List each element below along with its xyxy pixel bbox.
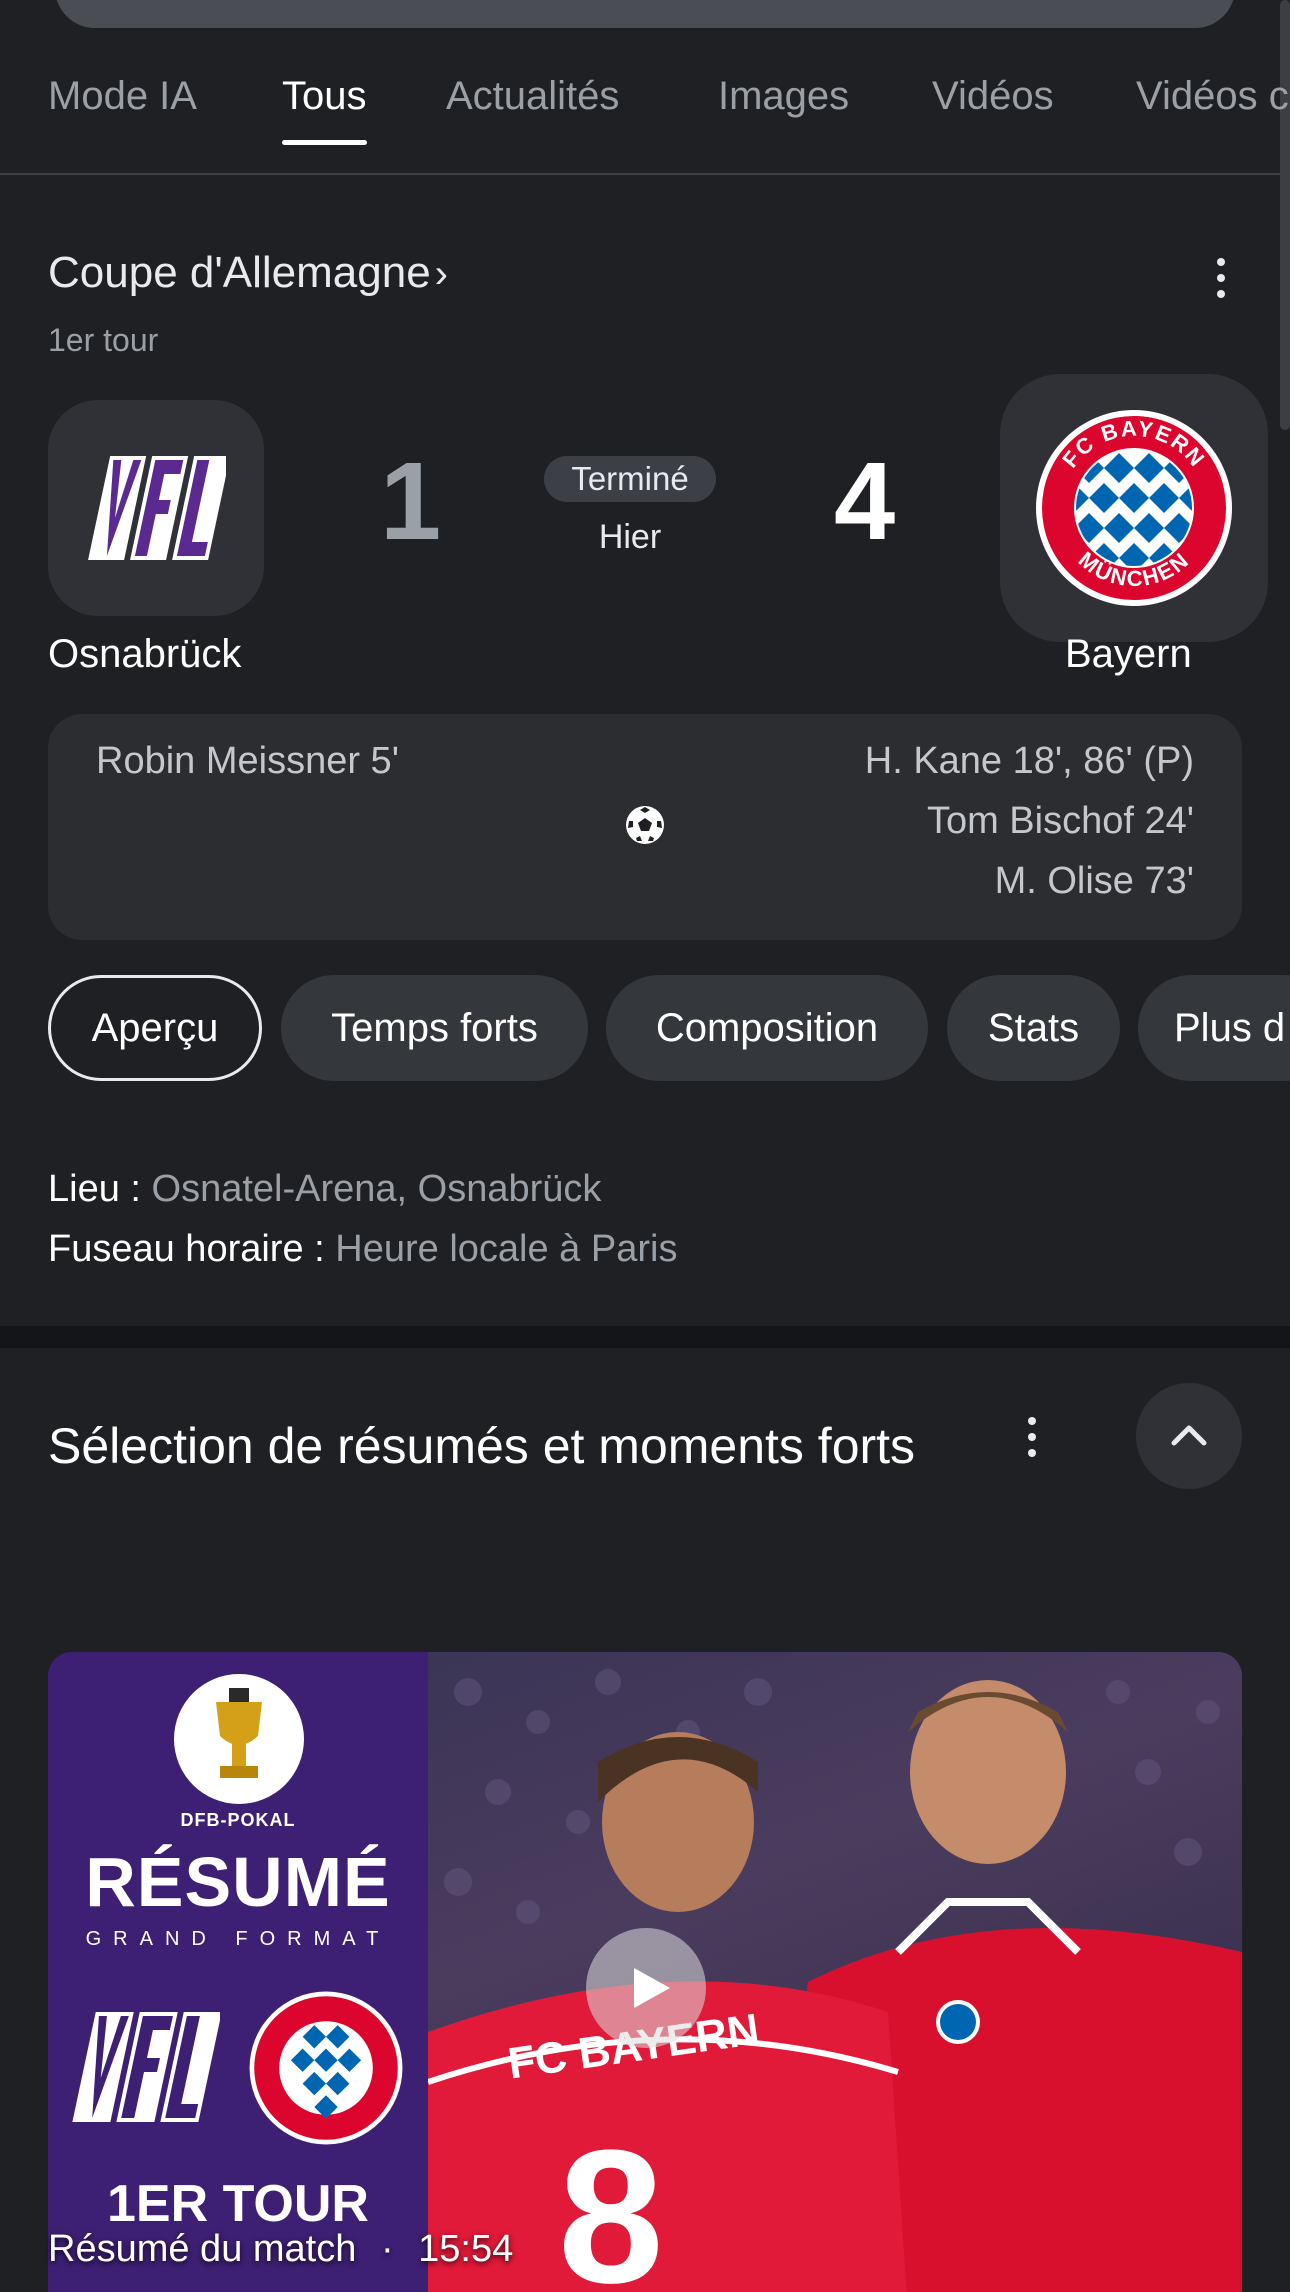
match-status-badge: Terminé — [544, 456, 716, 502]
search-bar[interactable] — [55, 0, 1235, 28]
thumb-dfb-label: DFB-POKAL — [180, 1810, 296, 1830]
tab-videos[interactable]: Vidéos — [932, 74, 1054, 119]
page: Mode IA Tous Actualités Images Vidéos Vi… — [0, 0, 1290, 2292]
caption-separator: · — [380, 2228, 394, 2270]
video-duration: 15:54 — [418, 2228, 514, 2270]
highlights-title: Sélection de résumés et moments forts — [48, 1418, 916, 1474]
away-scorer: M. Olise 73' — [994, 860, 1194, 902]
card-more-icon[interactable] — [1201, 248, 1241, 308]
video-title: Résumé du match — [48, 2228, 357, 2270]
match-date: Hier — [598, 518, 662, 556]
home-team-logo[interactable] — [48, 400, 264, 616]
thumb-resume-label: RÉSUMÉ — [85, 1843, 391, 1921]
video-caption[interactable]: Résumé du match · 15:54 — [48, 2228, 513, 2271]
players-photo-image: FC BAYERN 8 — [427, 1669, 1242, 2292]
match-round: 1er tour — [48, 322, 159, 358]
chip-temps-forts[interactable]: Temps forts — [281, 975, 588, 1081]
bayern-logo-icon: FC BAYERN MÜNCHEN — [1036, 410, 1232, 606]
away-scorer: H. Kane 18', 86' (P) — [864, 740, 1194, 782]
video-thumb-graphic: DFB-POKAL RÉSUMÉ GRAND FORMAT 1ER TOUR — [48, 1652, 428, 2292]
venue-line: Lieu : Osnatel-Arena, Osnabrück — [48, 1168, 601, 1211]
home-score: 1 — [380, 440, 442, 563]
timezone-value: Heure locale à Paris — [335, 1228, 678, 1270]
goal-scorers-panel: Robin Meissner 5' H. Kane 18', 86' (P) T… — [48, 714, 1242, 940]
tab-mode-ia[interactable]: Mode IA — [48, 74, 197, 119]
timezone-line: Fuseau horaire : Heure locale à Paris — [48, 1228, 677, 1271]
dfb-cup-icon — [174, 1674, 304, 1804]
bayern-logo-icon — [249, 1991, 403, 2145]
chip-composition[interactable]: Composition — [606, 975, 928, 1081]
timezone-label: Fuseau horaire : — [48, 1228, 325, 1270]
play-icon — [634, 1968, 670, 2008]
vfl-logo-icon — [72, 2012, 220, 2122]
chip-stats[interactable]: Stats — [947, 975, 1120, 1081]
section-divider — [0, 1326, 1290, 1348]
away-team-logo[interactable]: FC BAYERN MÜNCHEN — [1000, 374, 1268, 642]
vfl-logo-icon — [88, 456, 226, 560]
chip-apercu[interactable]: Aperçu — [48, 975, 262, 1081]
tab-actualites[interactable]: Actualités — [446, 74, 619, 119]
video-thumbnail[interactable]: DFB-POKAL RÉSUMÉ GRAND FORMAT 1ER TOUR F… — [48, 1652, 1242, 2292]
venue-label: Lieu : — [48, 1168, 141, 1210]
home-team-name[interactable]: Osnabrück — [48, 632, 241, 677]
venue-value: Osnatel-Arena, Osnabrück — [151, 1168, 602, 1210]
video-thumb-photo: FC BAYERN 8 — [427, 1652, 1242, 2292]
soccer-ball-icon — [626, 806, 664, 844]
competition-link[interactable]: Coupe d'Allemagne › — [48, 248, 448, 298]
tab-tous[interactable]: Tous — [282, 74, 367, 145]
chevron-up-icon — [1171, 1425, 1207, 1446]
away-scorer: Tom Bischof 24' — [926, 800, 1194, 842]
collapse-button[interactable] — [1136, 1383, 1242, 1489]
thumb-round-label: 1ER TOUR — [107, 2175, 369, 2233]
tab-videos-courtes[interactable]: Vidéos c — [1136, 74, 1289, 119]
away-team-name[interactable]: Bayern — [1065, 632, 1192, 677]
play-button[interactable] — [586, 1928, 706, 2048]
chip-plus[interactable]: Plus d — [1138, 975, 1290, 1081]
highlights-more-icon[interactable] — [1012, 1407, 1052, 1467]
competition-name: Coupe d'Allemagne — [48, 248, 431, 297]
chevron-right-icon: › — [434, 252, 448, 296]
svg-text:8: 8 — [558, 2111, 664, 2292]
search-tabs: Mode IA Tous Actualités Images Vidéos Vi… — [0, 60, 1290, 175]
home-scorer: Robin Meissner 5' — [96, 740, 399, 782]
tab-images[interactable]: Images — [718, 74, 849, 119]
away-score: 4 — [834, 440, 896, 563]
thumb-grand-format-label: GRAND FORMAT — [85, 1928, 391, 1950]
